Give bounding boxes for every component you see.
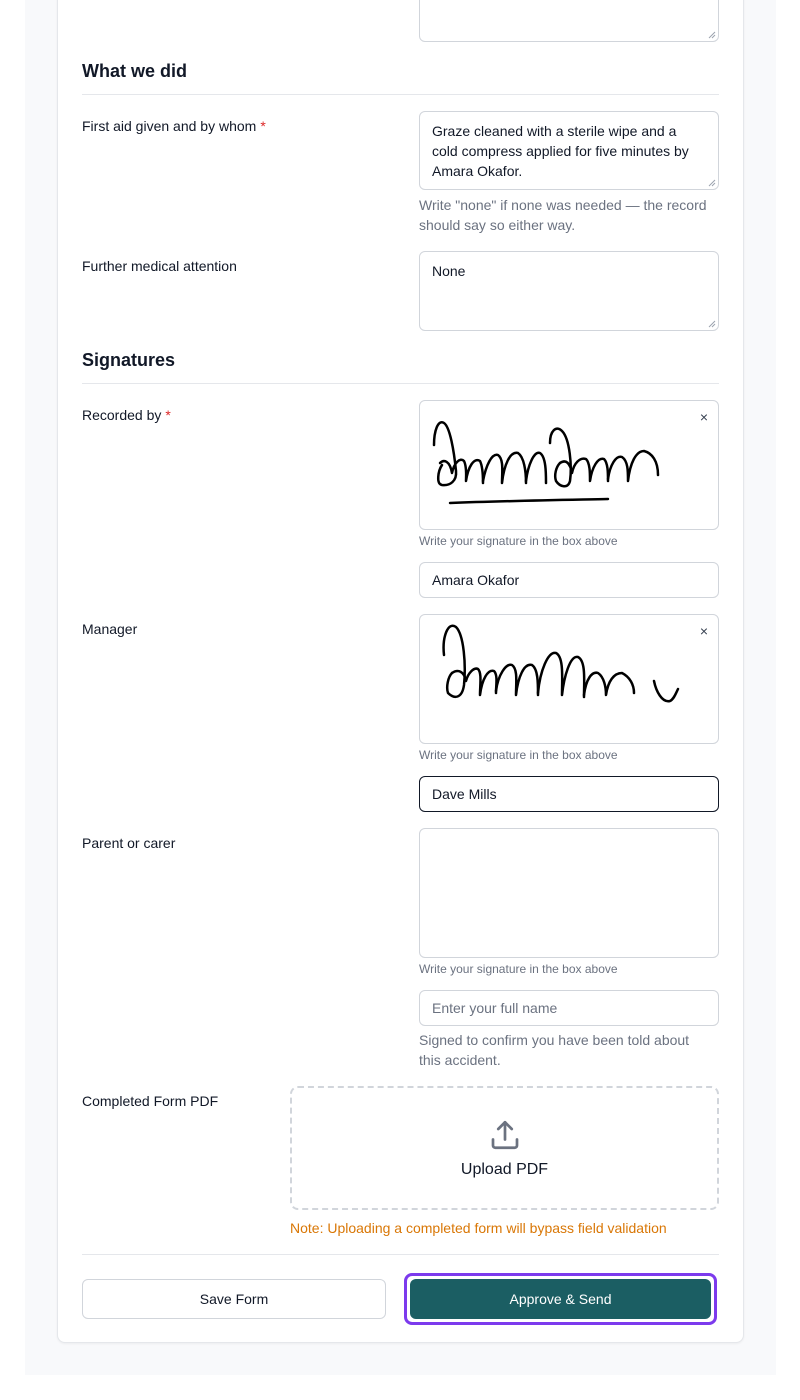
first-aid-line: Graze cleaned with a sterile wipe and a	[432, 123, 677, 139]
further-medical-textarea[interactable]: None	[419, 251, 719, 331]
resize-handle-icon[interactable]	[708, 179, 716, 187]
recorded-by-signature-help: Write your signature in the box above	[419, 534, 618, 548]
parent-name-input[interactable]: Enter your full name	[419, 990, 719, 1026]
previous-field-textarea[interactable]	[419, 0, 719, 42]
section-divider	[82, 383, 719, 384]
upload-pdf-label: Upload PDF	[460, 1161, 549, 1178]
manager-name-input[interactable]: Dave Mills	[419, 776, 719, 812]
save-form-button[interactable]: Save Form	[82, 1279, 386, 1319]
further-medical-label: Further medical attention	[82, 258, 237, 274]
parent-confirm-help: Signed to confirm you have been told abo…	[419, 1032, 690, 1068]
first-aid-help: Write "none" if none was needed — the re…	[419, 197, 707, 233]
section-title-what-we-did: What we did	[82, 61, 187, 81]
parent-signature-help: Write your signature in the box above	[419, 962, 618, 976]
required-marker: *	[260, 118, 266, 134]
recorded-by-signature-drawing	[432, 421, 660, 505]
manager-signature-drawing	[442, 624, 680, 703]
section-title-signatures: Signatures	[82, 350, 176, 370]
recorded-by-name-input[interactable]: Amara Okafor	[419, 562, 719, 598]
parent-signature-pad[interactable]	[419, 828, 719, 958]
parent-label: Parent or carer	[82, 835, 176, 851]
upload-icon	[491, 1120, 518, 1150]
clear-signature-icon[interactable]: ×	[700, 623, 708, 639]
upload-bypass-note: Note: Uploading a completed form will by…	[290, 1220, 667, 1236]
further-medical-value: None	[432, 263, 466, 279]
first-aid-line: Amara Okafor.	[432, 163, 523, 179]
completed-pdf-label: Completed Form PDF	[82, 1093, 219, 1109]
recorded-by-label: Recorded by *	[82, 407, 171, 423]
recorded-by-signature-pad[interactable]: ×	[419, 400, 719, 530]
section-divider	[82, 94, 719, 95]
first-aid-label: First aid given and by whom *	[82, 118, 266, 134]
manager-label: Manager	[82, 621, 138, 637]
first-aid-textarea[interactable]: Graze cleaned with a sterile wipe and a …	[419, 111, 719, 190]
manager-signature-help: Write your signature in the box above	[419, 748, 618, 762]
resize-handle-icon[interactable]	[708, 31, 716, 39]
manager-signature-pad[interactable]: ×	[419, 614, 719, 744]
approve-send-button[interactable]: Approve & Send	[410, 1279, 711, 1319]
approve-send-focus-ring: Approve & Send	[404, 1273, 717, 1325]
clear-signature-icon[interactable]: ×	[700, 409, 708, 425]
resize-handle-icon[interactable]	[708, 320, 716, 328]
required-marker: *	[165, 407, 171, 423]
first-aid-line: cold compress applied for five minutes b…	[432, 143, 689, 159]
actions-divider	[82, 1254, 719, 1255]
upload-pdf-dropzone[interactable]: Upload PDF	[290, 1086, 719, 1210]
